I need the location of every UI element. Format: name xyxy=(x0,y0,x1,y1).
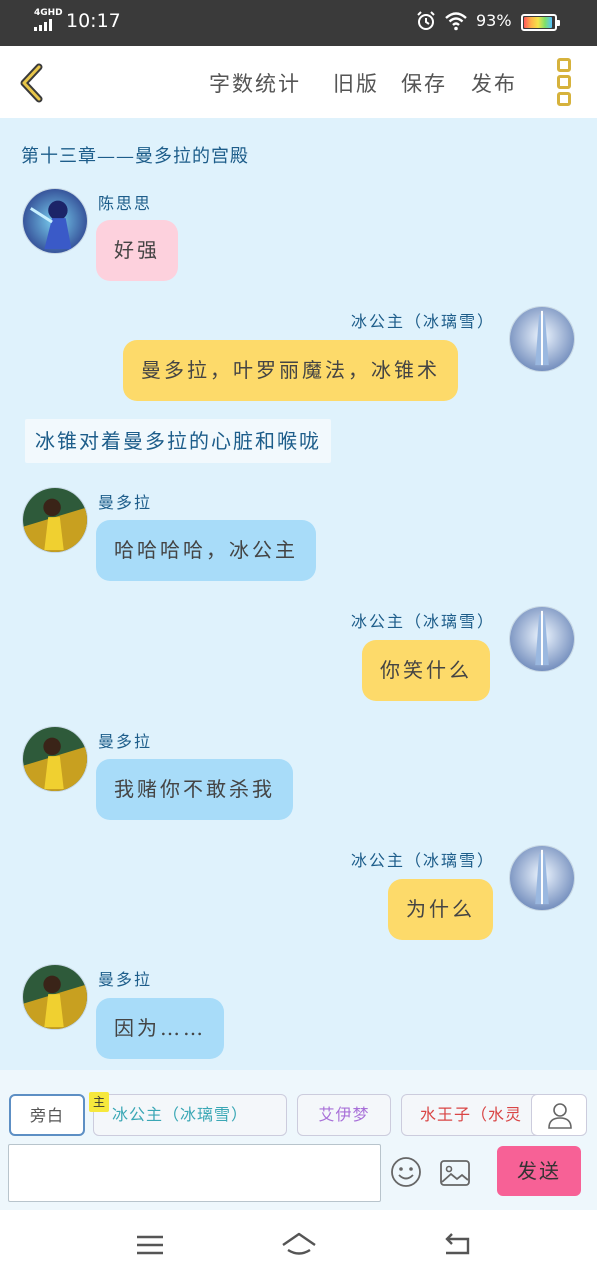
message-bubble[interactable]: 为什么 xyxy=(388,879,493,940)
message-bubble[interactable]: 因为…… xyxy=(96,998,224,1059)
image-icon[interactable] xyxy=(439,1158,471,1188)
sender-name: 曼多拉 xyxy=(98,732,153,751)
avatar-ice-princess[interactable] xyxy=(509,845,575,911)
message-bubble[interactable]: 你笑什么 xyxy=(362,640,490,701)
publish-button[interactable]: 发布 xyxy=(471,68,517,98)
character-chip-ai-yimeng[interactable]: 艾伊梦 xyxy=(297,1094,391,1136)
message-bubble[interactable]: 我赌你不敢杀我 xyxy=(96,759,293,820)
word-count-button[interactable]: 字数统计 xyxy=(209,68,301,98)
emoji-icon[interactable] xyxy=(390,1156,422,1188)
clock: 10:17 xyxy=(66,10,121,32)
avatar-ice-princess[interactable] xyxy=(509,306,575,372)
top-app-bar: 字数统计 旧版 保存 发布 xyxy=(0,46,597,118)
alarm-icon xyxy=(417,11,435,30)
save-button[interactable]: 保存 xyxy=(401,68,447,98)
compose-toolbar: 旁白 冰公主（冰璃雪） 主 艾伊梦 水王子（水灵 发送 xyxy=(0,1070,597,1210)
battery-icon xyxy=(521,14,560,31)
sender-name: 曼多拉 xyxy=(98,493,153,512)
status-bar: 4GHD 10:17 93% xyxy=(0,0,597,46)
character-chip-ice-princess[interactable]: 冰公主（冰璃雪） xyxy=(93,1094,287,1136)
back-icon[interactable] xyxy=(440,1230,474,1260)
narration-text[interactable]: 冰锥对着曼多拉的心脏和喉咙 xyxy=(25,419,331,463)
add-character-button[interactable] xyxy=(531,1094,587,1136)
main-character-badge: 主 xyxy=(89,1092,109,1112)
chapter-title: 第十三章——曼多拉的宫殿 xyxy=(21,146,249,167)
avatar-mandora[interactable] xyxy=(22,964,88,1030)
sender-name: 曼多拉 xyxy=(98,970,153,989)
menu-icon[interactable] xyxy=(133,1230,167,1260)
back-arrow-icon[interactable] xyxy=(14,62,50,104)
battery-percent: 93% xyxy=(476,11,512,30)
sender-name: 冰公主（冰璃雪） xyxy=(351,851,496,870)
signal-icon xyxy=(34,19,52,31)
send-button[interactable]: 发送 xyxy=(497,1146,581,1196)
sender-name: 冰公主（冰璃雪） xyxy=(351,612,496,631)
sender-name: 冰公主（冰璃雪） xyxy=(351,312,496,331)
system-nav-bar xyxy=(0,1210,597,1280)
old-version-button[interactable]: 旧版 xyxy=(333,68,379,98)
avatar-mandora[interactable] xyxy=(22,487,88,553)
home-icon[interactable] xyxy=(280,1230,318,1260)
avatar-chen-sisi[interactable] xyxy=(22,188,88,254)
message-bubble[interactable]: 曼多拉，叶罗丽魔法，冰锥术 xyxy=(123,340,458,401)
more-menu-icon[interactable] xyxy=(553,58,575,106)
avatar-ice-princess[interactable] xyxy=(509,606,575,672)
message-input[interactable] xyxy=(8,1144,381,1202)
sender-name: 陈思思 xyxy=(98,194,153,213)
person-icon xyxy=(548,1103,572,1129)
character-chip-water-prince[interactable]: 水王子（水灵 xyxy=(401,1094,541,1136)
chat-area[interactable]: 第十三章——曼多拉的宫殿 陈思思 好强 冰公主（冰璃雪） 曼多拉，叶罗丽魔法，冰… xyxy=(0,118,597,1070)
avatar-mandora[interactable] xyxy=(22,726,88,792)
message-bubble[interactable]: 哈哈哈哈，冰公主 xyxy=(96,520,316,581)
wifi-icon xyxy=(445,12,467,31)
narrator-chip[interactable]: 旁白 xyxy=(9,1094,85,1136)
message-bubble[interactable]: 好强 xyxy=(96,220,178,281)
network-type: 4GHD xyxy=(34,8,63,18)
